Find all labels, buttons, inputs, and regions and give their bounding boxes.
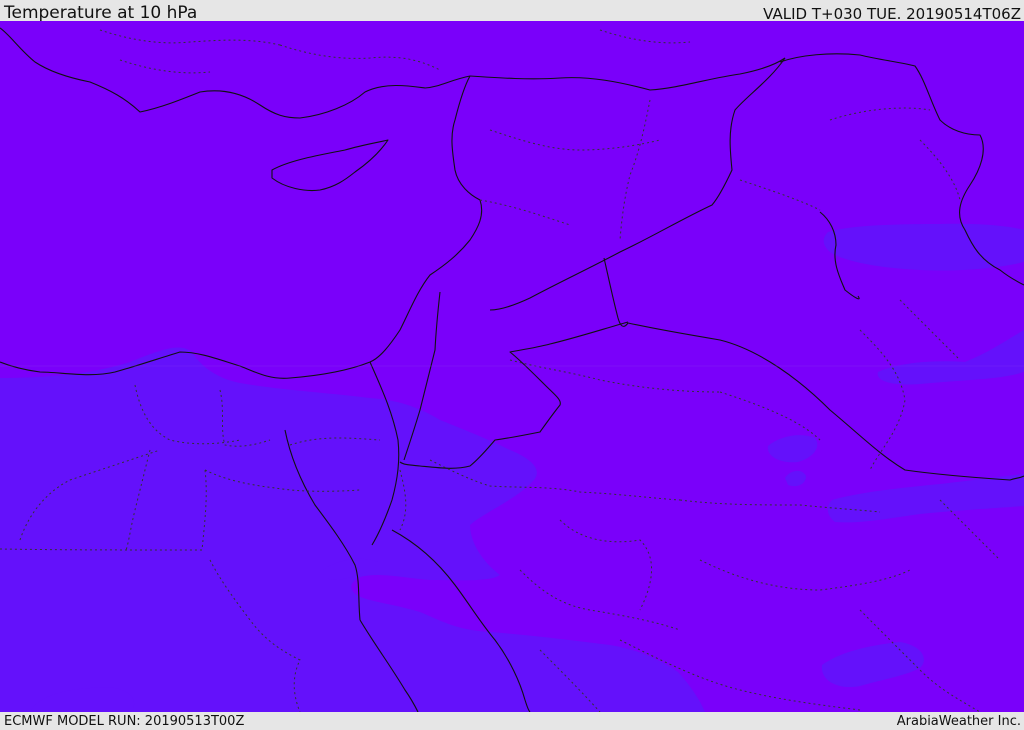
footer-bar: ECMWF MODEL RUN: 20190513T00Z ArabiaWeat… [0,712,1024,729]
credit-label: ArabiaWeather Inc. [896,714,1021,729]
weather-map[interactable] [0,21,1024,712]
map-canvas [0,21,1024,712]
map-title: Temperature at 10 hPa [4,3,198,23]
header-bar: Temperature at 10 hPa VALID T+030 TUE. 2… [0,0,1024,23]
model-run-label: ECMWF MODEL RUN: 20190513T00Z [4,714,245,729]
